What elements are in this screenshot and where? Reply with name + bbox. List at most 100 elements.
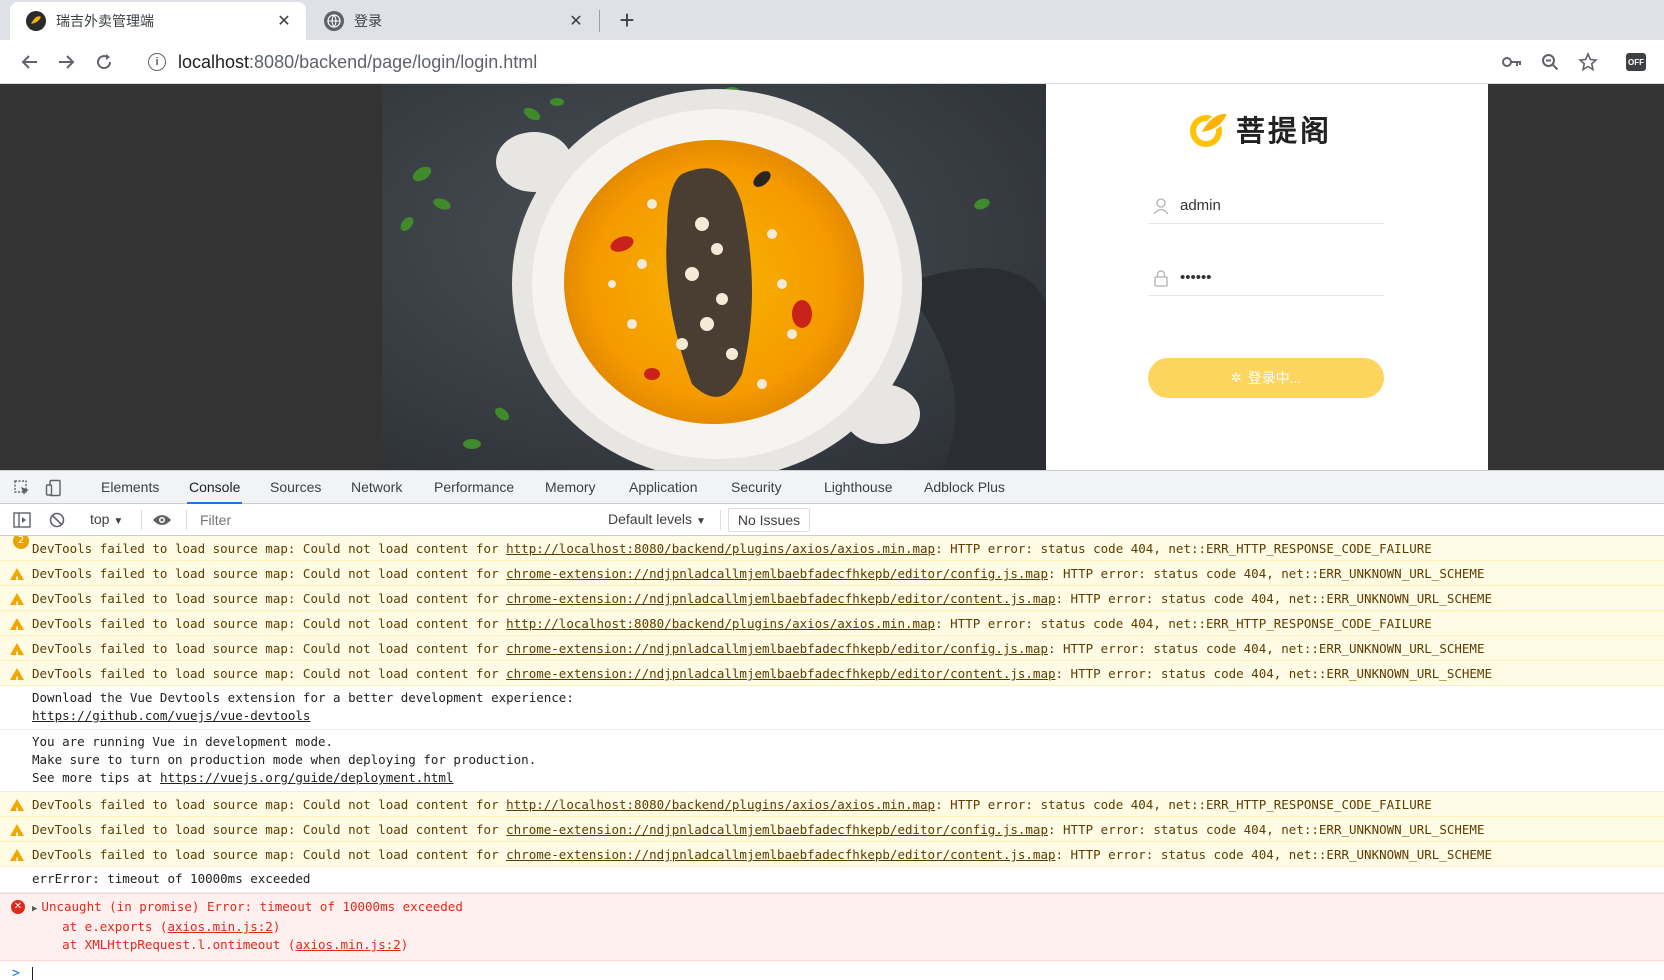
warning-group: DevTools failed to load source map: Coul…: [0, 792, 1664, 867]
close-tab-icon[interactable]: ✕: [566, 11, 586, 31]
log-levels-dropdown[interactable]: Default levels ▼: [608, 504, 706, 535]
devtools-tab-console[interactable]: Console: [187, 471, 243, 504]
warning-text: : HTTP error: status code 404, net::ERR_…: [1047, 566, 1485, 581]
warning-triangle-icon: [10, 568, 24, 585]
lock-icon: [1150, 267, 1172, 289]
warning-text: : HTTP error: status code 404, net::ERR_…: [935, 797, 1432, 812]
stack-frame-text: at XMLHttpRequest.l.ontimeout (: [32, 937, 296, 952]
devtools-tab-performance[interactable]: Performance: [432, 471, 516, 504]
console-error-row[interactable]: ✕ ▶ Uncaught (in promise) Error: timeout …: [0, 893, 1664, 961]
brand-leaf-icon: [1190, 111, 1230, 147]
console-warning-row: DevTools failed to load source map: Coul…: [0, 611, 1664, 636]
reload-icon[interactable]: [90, 48, 118, 76]
devtools-tab-adblock-plus[interactable]: Adblock Plus: [922, 471, 1007, 504]
toolbar-divider: [141, 510, 142, 530]
warning-triangle-icon: [10, 824, 24, 841]
stack-frame-link[interactable]: axios.min.js:2: [295, 937, 400, 952]
close-tab-icon[interactable]: ✕: [274, 11, 294, 31]
text-caret: [32, 967, 33, 980]
devtools-tab-sources[interactable]: Sources: [268, 471, 323, 504]
login-button-label: 登录中...: [1247, 370, 1302, 386]
stack-frame-text: ): [400, 937, 409, 952]
expand-triangle-icon[interactable]: ▶: [32, 900, 37, 918]
log-levels-label: Default levels: [608, 511, 693, 527]
log-text: You are running Vue in development mode.: [32, 734, 334, 749]
new-tab-icon[interactable]: +: [612, 5, 642, 35]
bookmark-star-icon[interactable]: [1574, 48, 1602, 76]
stack-frame-text: ): [272, 919, 281, 934]
warning-text: : HTTP error: status code 404, net::ERR_…: [1055, 847, 1493, 862]
devtools-tab-application[interactable]: Application: [627, 471, 700, 504]
stack-frame-link[interactable]: axios.min.js:2: [167, 919, 272, 934]
tab-separator: [599, 10, 600, 32]
console-warning-row: DevTools failed to load source map: Coul…: [0, 817, 1664, 842]
warning-triangle-icon: [10, 849, 24, 866]
brand-logo: 菩提阁: [1186, 104, 1332, 154]
tab-title: 登录: [354, 13, 382, 29]
inspect-element-icon[interactable]: [12, 478, 32, 498]
browser-tab-active[interactable]: 瑞吉外卖管理端 ✕: [10, 2, 306, 40]
console-warning-row: DevTools failed to load source map: Coul…: [0, 661, 1664, 686]
devtools-tab-elements[interactable]: Elements: [99, 471, 161, 504]
password-field[interactable]: [1148, 260, 1384, 296]
repeat-count-badge: 2: [13, 536, 29, 549]
brand-name: 菩提阁: [1236, 114, 1333, 148]
context-selector[interactable]: top ▼: [90, 504, 123, 535]
source-map-link[interactable]: http://localhost:8080/backend/plugins/ax…: [506, 616, 935, 631]
console-warning-row: DevTools failed to load source map: Coul…: [0, 636, 1664, 661]
zoom-icon[interactable]: [1536, 48, 1564, 76]
source-map-link[interactable]: http://localhost:8080/backend/plugins/ax…: [506, 541, 935, 556]
console-filter-bar: top ▼ Default levels ▼ No Issues: [0, 504, 1664, 536]
warning-text: : HTTP error: status code 404, net::ERR_…: [1047, 641, 1485, 656]
warning-text: DevTools failed to load source map: Coul…: [32, 566, 507, 581]
device-toolbar-icon[interactable]: [44, 478, 64, 498]
context-label: top: [90, 511, 110, 527]
console-prompt[interactable]: >: [0, 961, 1664, 980]
warning-text: : HTTP error: status code 404, net::ERR_…: [1055, 591, 1493, 606]
browser-tab-inactive[interactable]: 登录 ✕: [308, 2, 598, 40]
source-map-link[interactable]: chrome-extension://ndjpnladcallmjemlbaeb…: [506, 847, 1055, 862]
back-arrow-icon[interactable]: [16, 48, 44, 76]
password-input[interactable]: [1180, 269, 1370, 286]
key-icon[interactable]: [1498, 48, 1526, 76]
vue-devtools-link[interactable]: https://github.com/vuejs/vue-devtools: [32, 708, 310, 723]
clear-console-icon[interactable]: [47, 510, 67, 530]
live-expression-eye-icon[interactable]: [152, 510, 172, 530]
devtools-tab-network[interactable]: Network: [349, 471, 404, 504]
source-map-link[interactable]: chrome-extension://ndjpnladcallmjemlbaeb…: [506, 641, 1048, 656]
vue-deployment-link[interactable]: https://vuejs.org/guide/deployment.html: [160, 770, 454, 785]
address-bar[interactable]: i localhost:8080/backend/page/login/logi…: [140, 45, 1480, 79]
warning-triangle-icon: [10, 618, 24, 635]
toolbar-divider: [720, 510, 721, 530]
devtools-tab-memory[interactable]: Memory: [543, 471, 598, 504]
username-input[interactable]: [1180, 197, 1370, 214]
url-text: localhost:8080/backend/page/login/login.…: [178, 51, 538, 72]
source-map-link[interactable]: chrome-extension://ndjpnladcallmjemlbaeb…: [506, 822, 1048, 837]
devtools-tab-security[interactable]: Security: [729, 471, 784, 504]
source-map-link[interactable]: chrome-extension://ndjpnladcallmjemlbaeb…: [506, 566, 1048, 581]
warning-text: : HTTP error: status code 404, net::ERR_…: [1055, 666, 1493, 681]
warning-group: DevTools failed to load source map: Coul…: [0, 561, 1664, 686]
login-button[interactable]: ✲ 登录中...: [1148, 358, 1384, 398]
warning-text: DevTools failed to load source map: Coul…: [32, 847, 507, 862]
warning-text: DevTools failed to load source map: Coul…: [32, 616, 507, 631]
warning-text: : HTTP error: status code 404, net::ERR_…: [935, 616, 1432, 631]
source-map-link[interactable]: chrome-extension://ndjpnladcallmjemlbaeb…: [506, 591, 1055, 606]
sidebar-toggle-icon[interactable]: [12, 510, 32, 530]
console-log-row: errError: timeout of 10000ms exceeded: [0, 867, 1664, 893]
site-info-icon[interactable]: i: [148, 53, 166, 71]
warning-text: DevTools failed to load source map: Coul…: [32, 797, 507, 812]
devtools-tab-lighthouse[interactable]: Lighthouse: [822, 471, 895, 504]
source-map-link[interactable]: http://localhost:8080/backend/plugins/ax…: [506, 797, 935, 812]
page-viewport: 菩提阁 ✲ 登录中...: [0, 84, 1664, 470]
console-filter-input[interactable]: [194, 509, 594, 531]
extension-off-icon[interactable]: OFF: [1622, 48, 1650, 76]
source-map-link[interactable]: chrome-extension://ndjpnladcallmjemlbaeb…: [506, 666, 1055, 681]
stack-frame-text: at e.exports (: [32, 919, 168, 934]
issues-button[interactable]: No Issues: [728, 508, 810, 532]
chevron-down-icon: ▼: [695, 516, 706, 527]
forward-arrow-icon[interactable]: [52, 48, 80, 76]
username-field[interactable]: [1148, 188, 1384, 224]
error-x-icon: ✕: [11, 900, 25, 914]
devtools-tab-bar: Elements Console Sources Network Perform…: [0, 470, 1664, 504]
